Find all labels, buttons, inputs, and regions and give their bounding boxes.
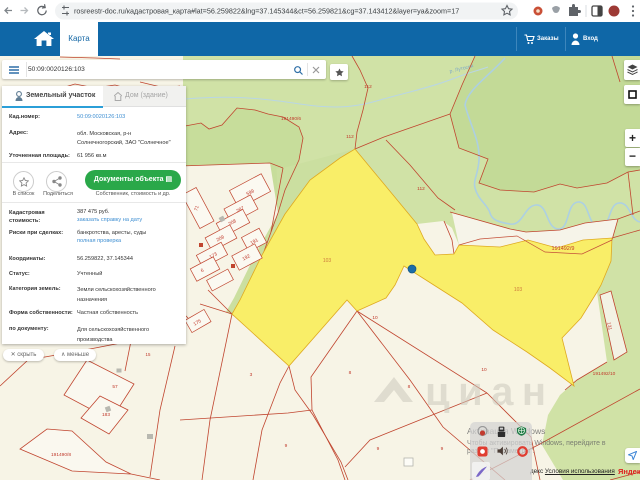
svg-text:183: 183 [102,412,110,418]
svg-text:112: 112 [417,186,425,192]
svg-text:15: 15 [146,352,151,357]
svg-text:112: 112 [364,84,372,90]
svg-text:191492/9: 191492/9 [552,246,575,252]
svg-text:8: 8 [349,370,352,376]
svg-text:rosreestr-doc.ru/кадастровая_к: rosreestr-doc.ru/кадастровая_карта#lat=5… [74,7,459,16]
svg-text:циан: циан [425,370,555,414]
svg-text:112: 112 [346,134,354,140]
svg-text:9: 9 [377,446,380,452]
svg-text:103: 103 [323,258,332,264]
svg-text:191492/10: 191492/10 [593,371,616,377]
svg-text:9: 9 [285,443,288,449]
svg-text:8: 8 [408,384,411,390]
svg-text:57: 57 [112,384,118,390]
svg-text:191490/6: 191490/6 [281,116,301,122]
svg-text:9: 9 [441,446,444,452]
svg-text:3: 3 [250,372,253,378]
svg-text:191490/8: 191490/8 [51,452,71,458]
svg-text:10: 10 [372,315,378,321]
svg-text:103: 103 [514,287,523,293]
